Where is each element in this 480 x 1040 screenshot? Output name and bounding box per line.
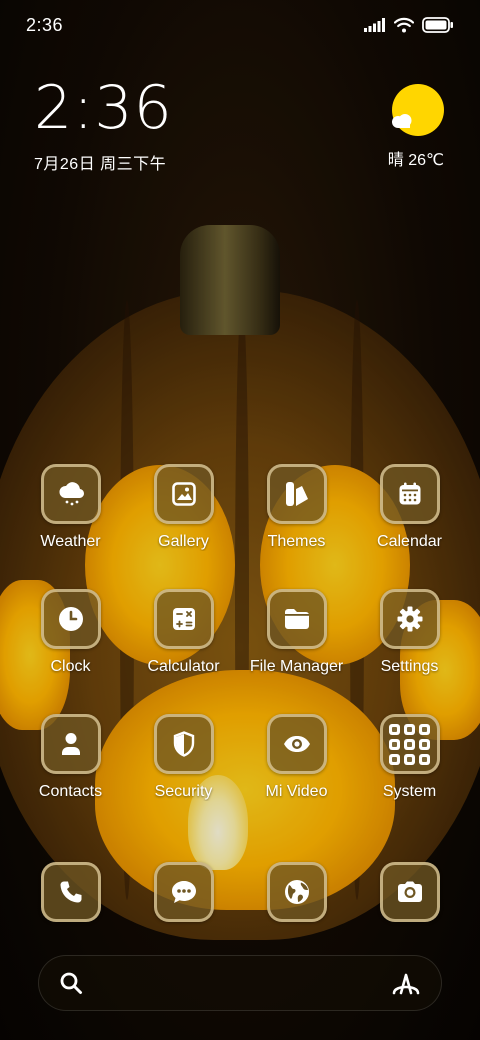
mini-app-icon [404,753,415,765]
dock-phone[interactable] [14,862,127,922]
app-label: System [382,783,437,800]
app-label: Calculator [147,658,220,675]
app-clock[interactable]: Clock [14,589,127,676]
themes-icon [285,482,308,506]
app-calculator[interactable]: Calculator [127,589,240,676]
weather-cloud-icon [58,482,84,506]
app-label: Clock [50,658,91,675]
search-bar[interactable] [38,955,442,1011]
browser-app-icon[interactable] [266,862,327,922]
mini-app-icon [389,738,400,750]
app-label: File Manager [249,658,344,675]
video-eye-icon [283,736,310,752]
app-label: Security [154,783,213,800]
search-icon[interactable] [59,971,83,995]
calculator-app-icon[interactable] [153,589,214,649]
contact-person-icon [61,733,80,755]
messages-app-icon[interactable] [153,862,214,922]
clock-widget[interactable]: 2:36 7月26日 周三下午 [34,78,173,174]
file-manager-app-icon[interactable] [266,589,327,649]
app-label: Gallery [158,533,209,550]
status-icons [364,17,454,33]
browser-globe-icon [284,880,309,904]
dock-browser[interactable] [240,862,353,922]
phone-app-icon[interactable] [40,862,101,922]
app-label: Themes [267,533,326,550]
calculator-icon [172,608,195,630]
app-label: Weather [40,533,101,550]
mini-app-icon [419,723,430,735]
mini-app-icon [419,738,430,750]
mi-video-app-icon[interactable] [266,714,327,774]
mini-app-icon [404,738,415,750]
app-themes[interactable]: Themes [240,464,353,551]
status-time: 2:36 [26,14,64,35]
system-folder-icon[interactable] [379,714,440,774]
camera-app-icon[interactable] [379,862,440,922]
dock [14,862,466,924]
camera-icon [397,881,422,902]
app-contacts[interactable]: Contacts [14,714,127,801]
folder-grid-icon [389,723,430,765]
contacts-app-icon[interactable] [40,714,101,774]
gear-icon [397,606,422,632]
shield-icon [173,731,194,757]
weather-app-icon[interactable] [40,464,101,524]
mini-app-icon [419,753,430,765]
status-bar: 2:36 [0,0,480,50]
phone-icon [60,881,81,903]
cloud-icon [392,114,412,128]
app-file-manager[interactable]: File Manager [240,589,353,676]
themes-app-icon[interactable] [266,464,327,524]
app-gallery[interactable]: Gallery [127,464,240,551]
app-label: Mi Video [265,783,328,800]
security-app-icon[interactable] [153,714,214,774]
wifi-icon [394,17,414,33]
message-icon [171,881,196,903]
app-weather[interactable]: Weather [14,464,127,551]
settings-app-icon[interactable] [379,589,440,649]
mini-app-icon [389,723,400,735]
app-label: Contacts [38,783,103,800]
battery-icon [422,17,453,33]
dock-camera[interactable] [353,862,466,922]
folder-icon [284,609,309,629]
widget-date: 7月26日 周三下午 [34,156,167,173]
app-mi-video[interactable]: Mi Video [240,714,353,801]
app-security[interactable]: Security [127,714,240,801]
app-label: Settings [380,658,439,675]
clock-icon [58,607,83,631]
assistant-icon[interactable] [391,970,421,996]
signal-icon [364,18,385,32]
gallery-icon [171,482,196,506]
mini-app-icon [389,753,400,765]
calendar-icon [399,482,420,505]
gallery-app-icon[interactable] [153,464,214,524]
weather-text: 晴 26℃ [387,152,444,169]
folder-system[interactable]: System [353,714,466,801]
app-settings[interactable]: Settings [353,589,466,676]
app-calendar[interactable]: Calendar [353,464,466,551]
clock-app-icon[interactable] [40,589,101,649]
widget-time: 2:36 [34,73,173,143]
app-label: Calendar [377,533,442,550]
dock-messages[interactable] [127,862,240,922]
sun-icon [392,84,444,136]
calendar-app-icon[interactable] [379,464,440,524]
weather-widget[interactable]: 晴 26℃ [364,84,444,174]
mini-app-icon [404,723,415,735]
